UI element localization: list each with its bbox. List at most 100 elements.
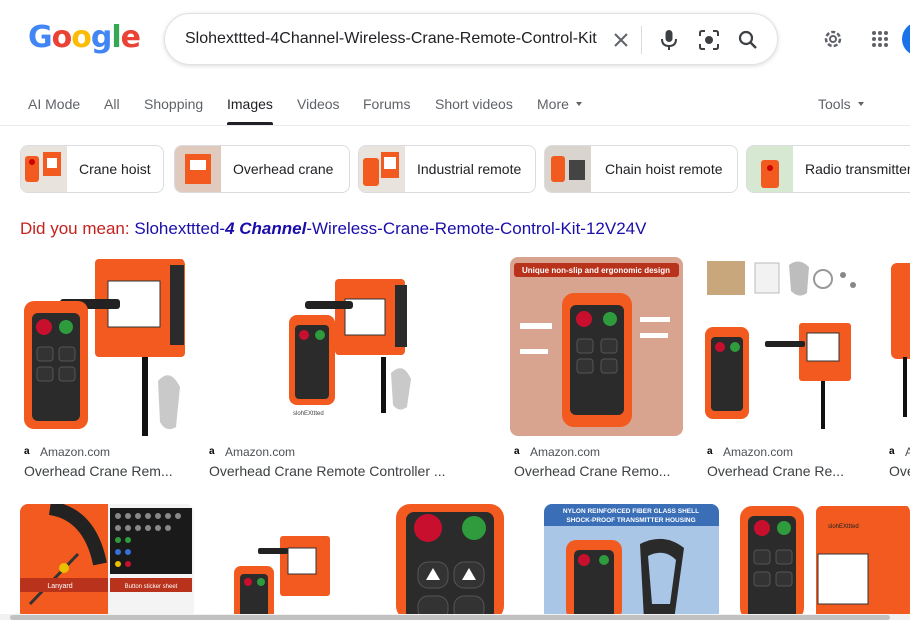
active-tab-indicator [227, 122, 273, 125]
logo-letter: o [51, 20, 73, 55]
tab-ai-mode[interactable]: AI Mode [28, 96, 80, 112]
result-image [214, 504, 360, 620]
result-source-label: Amazon.com [723, 445, 794, 459]
image-banner-text: NYLON REINFORCED FIBER GLASS SHELL [563, 508, 699, 515]
result-image [20, 257, 185, 436]
chip-overhead-crane[interactable]: Overhead crane [174, 145, 350, 193]
tab-videos[interactable]: Videos [297, 96, 340, 112]
brand-label: slohEXttted [828, 524, 859, 530]
google-logo[interactable]: Google [28, 20, 141, 55]
result-source[interactable]: a Amazon.com [24, 445, 110, 459]
logo-letter: o [71, 20, 92, 55]
logo-letter: e [120, 20, 141, 55]
apps-grid-icon[interactable] [867, 26, 893, 52]
did-you-mean-link[interactable]: Slohexttted-4 Channel-Wireless-Crane-Rem… [134, 219, 646, 238]
result-title[interactable]: Overhead Crane Remo... [514, 463, 684, 479]
result-image: Lanyard Button sticker sheet [20, 504, 194, 620]
chip-label: Industrial remote [417, 161, 522, 177]
result-image: slohEXttted [738, 504, 910, 620]
tab-short-videos[interactable]: Short videos [435, 96, 513, 112]
image-result[interactable]: slohEXttted [205, 257, 489, 436]
dym-part: Slohexttted- [134, 219, 226, 238]
scrollbar-thumb[interactable] [10, 615, 890, 620]
logo-letter: G [28, 20, 53, 55]
image-result[interactable]: slohEXttted [738, 504, 910, 620]
amazon-icon: a [24, 446, 30, 457]
result-source[interactable]: aA [889, 445, 910, 459]
close-icon[interactable] [608, 27, 634, 53]
image-caption-text: Lanyard [47, 583, 72, 590]
search-tabs: AI Mode All Shopping Images Videos Forum… [0, 84, 910, 126]
tab-images[interactable]: Images [227, 96, 273, 112]
search-input[interactable]: Slohexttted-4Channel-Wireless-Crane-Remo… [185, 30, 597, 48]
header: Google Slohexttted-4Channel-Wireless-Cra… [0, 0, 910, 80]
microphone-icon[interactable] [656, 27, 682, 53]
search-divider [641, 26, 642, 54]
result-title[interactable]: Overhead Crane Remote Controller ... [209, 463, 489, 479]
search-box[interactable]: Slohexttted-4Channel-Wireless-Crane-Remo… [164, 13, 778, 65]
chip-chain-hoist-remote[interactable]: Chain hoist remote [544, 145, 738, 193]
chip-thumbnail [175, 146, 221, 192]
logo-letter: l [111, 20, 121, 55]
chip-crane-hoist[interactable]: Crane hoist [20, 145, 164, 193]
image-result[interactable] [885, 257, 910, 436]
camera-lens-icon[interactable] [696, 27, 722, 53]
did-you-mean-prefix: Did you mean: [20, 219, 130, 238]
chip-thumbnail [545, 146, 591, 192]
result-image: slohEXttted [205, 257, 489, 436]
result-source[interactable]: a Amazon.com [514, 445, 600, 459]
did-you-mean: Did you mean: Slohexttted-4 Channel-Wire… [20, 219, 646, 239]
avatar[interactable] [902, 22, 910, 56]
result-source-label: A [905, 445, 910, 459]
result-title[interactable]: Overhead Crane Re... [707, 463, 867, 479]
image-result[interactable]: Lanyard Button sticker sheet [20, 504, 194, 620]
result-title[interactable]: Ove [889, 463, 910, 479]
result-title[interactable]: Overhead Crane Rem... [24, 463, 184, 479]
amazon-icon: a [889, 446, 895, 457]
image-result[interactable] [378, 504, 524, 620]
chip-label: Crane hoist [79, 161, 151, 177]
result-image: NYLON REINFORCED FIBER GLASS SHELL SHOCK… [544, 504, 719, 620]
brand-label: slohEXttted [293, 411, 324, 417]
amazon-icon: a [514, 446, 520, 457]
tab-shopping[interactable]: Shopping [144, 96, 203, 112]
image-banner-text: SHOCK-PROOF TRANSMITTER HOUSING [566, 517, 695, 524]
tab-more[interactable]: More [537, 96, 582, 112]
chip-label: Overhead crane [233, 161, 334, 177]
search-icon[interactable] [735, 27, 761, 53]
chip-thumbnail [21, 146, 67, 192]
result-image: Unique non-slip and ergonomic design [510, 257, 683, 436]
image-caption-text: Button sticker sheet [125, 584, 178, 590]
result-image [703, 257, 865, 436]
chip-thumbnail [359, 146, 405, 192]
tab-more-label: More [537, 96, 569, 112]
amazon-icon: a [707, 446, 713, 457]
gear-icon[interactable] [820, 26, 846, 52]
chip-radio-transmitter[interactable]: Radio transmitter [746, 145, 910, 193]
tab-forums[interactable]: Forums [363, 96, 410, 112]
caret-down-icon [857, 102, 864, 106]
result-source[interactable]: a Amazon.com [707, 445, 793, 459]
image-banner-text: Unique non-slip and ergonomic design [522, 266, 670, 275]
dym-part: -Wireless-Crane-Remote-Control-Kit-12V24… [306, 219, 647, 238]
horizontal-scrollbar[interactable] [0, 614, 910, 620]
result-image [885, 257, 910, 436]
tools-label: Tools [818, 96, 851, 112]
result-source[interactable]: a Amazon.com [209, 445, 295, 459]
caret-down-icon [575, 102, 582, 106]
chip-label: Radio transmitter [805, 161, 910, 177]
image-result[interactable]: NYLON REINFORCED FIBER GLASS SHELL SHOCK… [544, 504, 719, 620]
result-source-label: Amazon.com [225, 445, 296, 459]
chip-industrial-remote[interactable]: Industrial remote [358, 145, 536, 193]
image-result[interactable]: Unique non-slip and ergonomic design [510, 257, 683, 436]
image-result[interactable] [214, 504, 360, 620]
chip-thumbnail [747, 146, 793, 192]
result-source-label: Amazon.com [40, 445, 111, 459]
result-source-label: Amazon.com [530, 445, 601, 459]
image-result[interactable] [20, 257, 185, 436]
image-result[interactable] [703, 257, 865, 436]
tools-button[interactable]: Tools [818, 96, 864, 112]
result-image [378, 504, 524, 620]
dym-correction: 4 Channel [225, 219, 307, 238]
tab-all[interactable]: All [104, 96, 120, 112]
